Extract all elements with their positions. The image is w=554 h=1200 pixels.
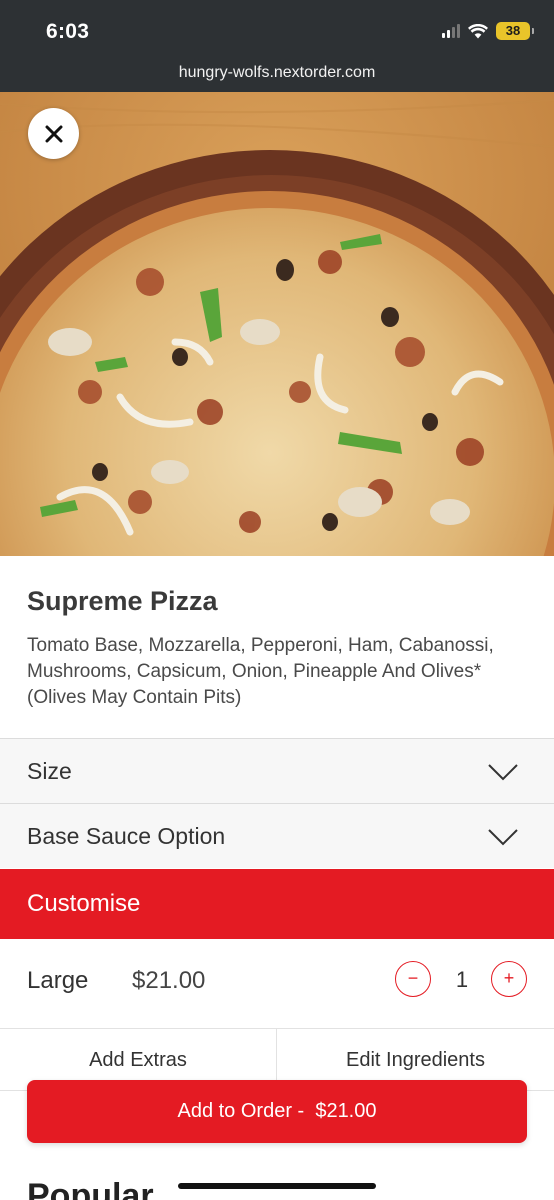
increment-quantity-button[interactable]: + (491, 961, 527, 997)
chevron-down-icon (488, 764, 518, 781)
close-button[interactable] (28, 108, 79, 159)
add-to-order-button[interactable]: Add to Order - $21.00 (27, 1080, 527, 1143)
size-option-dropdown[interactable]: Size (0, 738, 554, 803)
base-sauce-option-dropdown[interactable]: Base Sauce Option (0, 803, 554, 868)
home-indicator[interactable] (178, 1183, 376, 1189)
option-label-size: Size (27, 758, 72, 784)
battery-icon: 38 (496, 22, 534, 40)
option-label-base-sauce: Base Sauce Option (27, 823, 226, 849)
status-time: 6:03 (46, 20, 90, 43)
popular-section-heading: Popular (27, 1177, 154, 1200)
cellular-signal-icon (442, 24, 460, 38)
selected-size: Large (27, 967, 89, 994)
status-bar: 6:03 38 (0, 0, 554, 60)
customise-label: Customise (27, 890, 141, 917)
supreme-pizza-photo (0, 92, 554, 556)
browser-url[interactable]: hungry-wolfs.nextorder.com (0, 60, 554, 92)
decrement-quantity-button[interactable]: − (395, 961, 431, 997)
wifi-icon (468, 23, 488, 38)
product-title: Supreme Pizza (27, 586, 218, 616)
customise-section-header: Customise (0, 869, 554, 939)
product-description: Tomato Base, Mozzarella, Pepperoni, Ham,… (27, 635, 494, 708)
status-icons: 38 (442, 22, 534, 40)
chevron-down-icon (488, 829, 518, 846)
selected-size-row: Large $21.00 − 1 + (0, 939, 554, 1029)
close-icon (45, 125, 62, 142)
selected-price: $21.00 (132, 967, 206, 994)
quantity-value: 1 (455, 967, 469, 992)
